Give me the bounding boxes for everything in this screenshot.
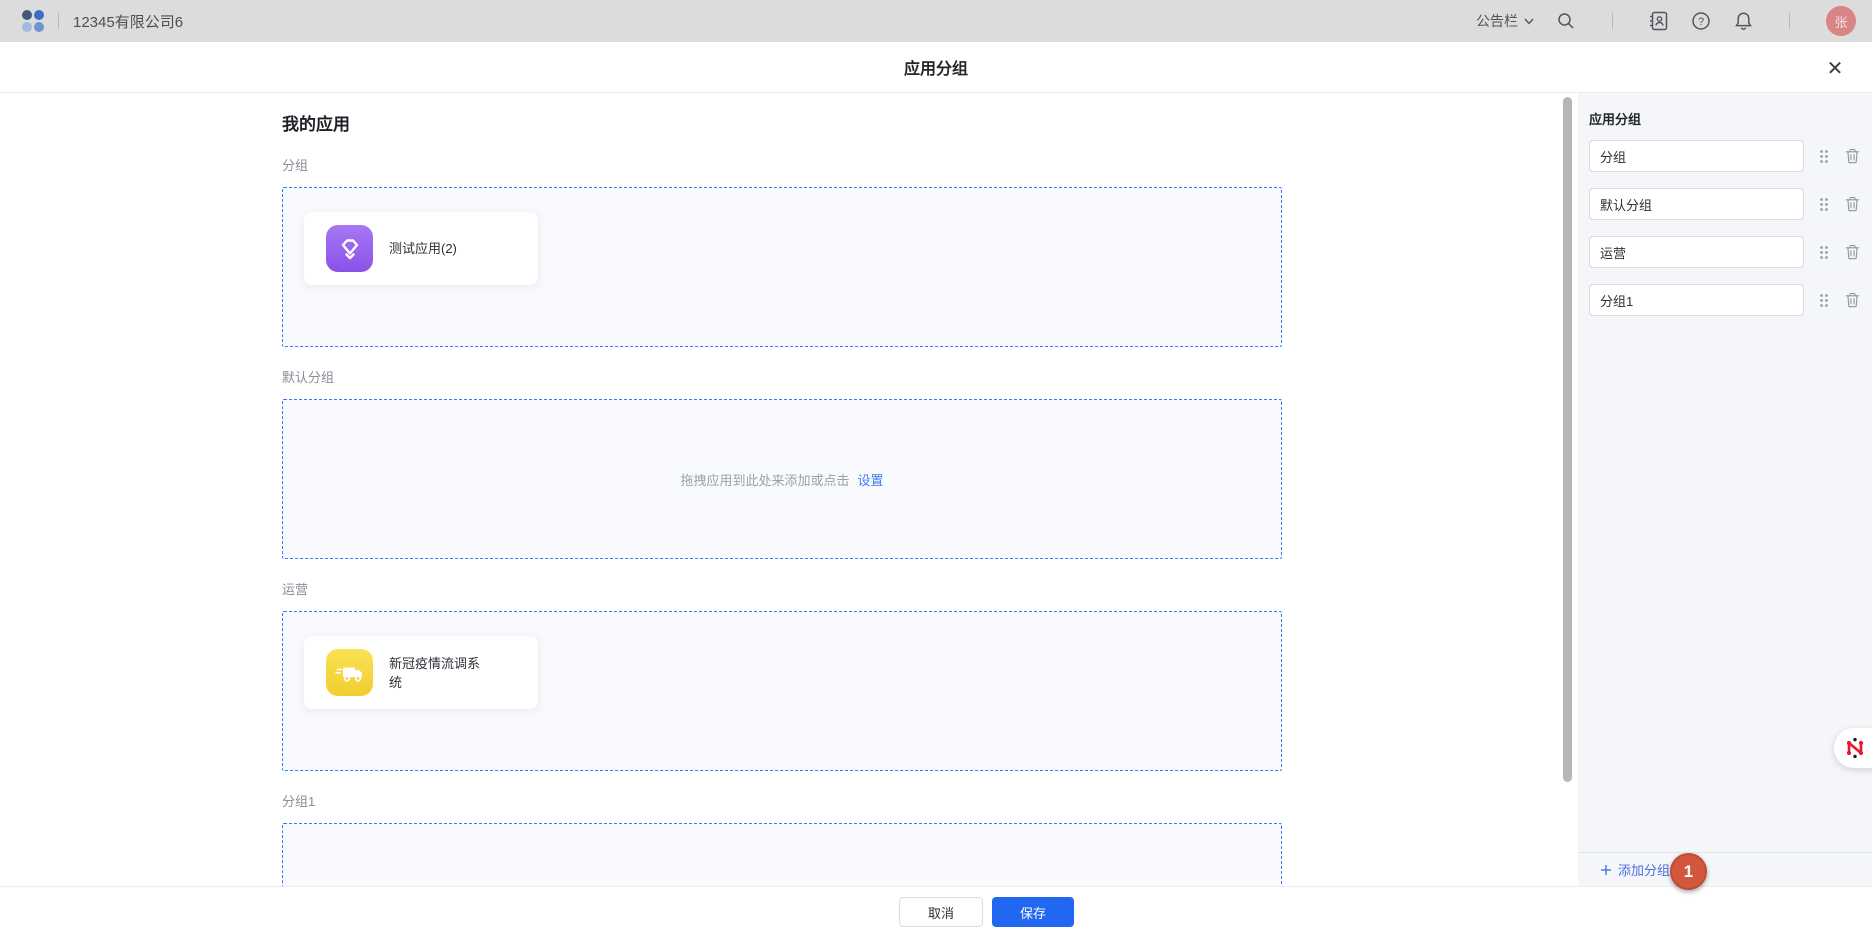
search-icon[interactable] [1556, 11, 1576, 31]
group-name-input[interactable] [1589, 236, 1804, 268]
contacts-icon[interactable] [1649, 11, 1669, 31]
topbar-divider [58, 13, 59, 29]
drag-handle-icon[interactable] [1817, 148, 1831, 164]
gem-app-icon [326, 225, 373, 272]
drop-zone-group-3[interactable]: 拖拽应用到此处来添加或点击 设置 [282, 823, 1282, 886]
drop-hint: 拖拽应用到此处来添加或点击 设置 [283, 400, 1281, 558]
group-section-label: 运营 [282, 579, 1282, 598]
app-card-label: 测试应用(2) [389, 239, 491, 258]
announcement-dropdown[interactable]: 公告栏 [1476, 11, 1534, 31]
cancel-button[interactable]: 取消 [899, 897, 983, 927]
app-card[interactable]: 测试应用(2) [304, 212, 538, 285]
add-group-button[interactable]: 添加分组 [1600, 860, 1670, 879]
settings-link[interactable]: 设置 [858, 470, 884, 489]
group-row [1589, 284, 1872, 316]
app-card[interactable]: 新冠疫情流调系统 [304, 636, 538, 709]
drag-handle-icon[interactable] [1817, 196, 1831, 212]
delete-group-icon[interactable] [1843, 243, 1861, 261]
announcement-label: 公告栏 [1476, 11, 1518, 31]
drop-zone-group-2[interactable]: 新冠疫情流调系统 [282, 611, 1282, 771]
my-apps-panel: 我的应用 分组 测试应用(2) 默认分组 拖拽应用到此处来添加或点击 设置 [0, 93, 1563, 886]
group-row [1589, 188, 1872, 220]
drop-hint: 拖拽应用到此处来添加或点击 设置 [283, 824, 1281, 886]
save-button[interactable]: 保存 [992, 897, 1074, 927]
svg-text:?: ? [1698, 16, 1704, 28]
edge-assistant-widget[interactable] [1834, 728, 1872, 768]
add-group-label: 添加分组 [1618, 860, 1670, 879]
sidebar-title: 应用分组 [1589, 109, 1872, 128]
group-section-label: 分组 [282, 155, 1282, 174]
company-name: 12345有限公司6 [73, 11, 183, 32]
scrollbar-track [1560, 93, 1574, 886]
drop-zone-group-1[interactable]: 拖拽应用到此处来添加或点击 设置 [282, 399, 1282, 559]
user-avatar[interactable]: 张 [1826, 6, 1856, 36]
group-name-input[interactable] [1589, 188, 1804, 220]
group-name-input[interactable] [1589, 284, 1804, 316]
close-icon[interactable]: ✕ [1824, 57, 1846, 79]
modal-title: 应用分组 [904, 55, 968, 79]
top-app-bar: 12345有限公司6 公告栏 [0, 0, 1872, 42]
app-logo-icon[interactable] [22, 10, 44, 32]
truck-app-icon [326, 649, 373, 696]
group-name-input[interactable] [1589, 140, 1804, 172]
topbar-divider [1612, 13, 1613, 29]
group-section-label: 分组1 [282, 791, 1282, 810]
group-row [1589, 236, 1872, 268]
notification-bell-icon[interactable] [1733, 11, 1753, 31]
plus-icon [1600, 864, 1612, 876]
drag-handle-icon[interactable] [1817, 244, 1831, 260]
drop-hint-text: 拖拽应用到此处来添加或点击 [680, 470, 849, 489]
modal-header: 应用分组 ✕ [0, 42, 1872, 93]
page-title: 我的应用 [282, 110, 1282, 135]
annotation-badge-1[interactable]: 1 [1670, 853, 1707, 890]
drop-zone-group-0[interactable]: 测试应用(2) [282, 187, 1282, 347]
help-icon[interactable]: ? [1691, 11, 1711, 31]
group-row [1589, 140, 1872, 172]
sidebar-footer: 添加分组 [1578, 852, 1872, 886]
topbar-divider [1789, 13, 1790, 29]
app-card-label: 新冠疫情流调系统 [389, 654, 491, 692]
group-section-label: 默认分组 [282, 367, 1282, 386]
delete-group-icon[interactable] [1843, 291, 1861, 309]
delete-group-icon[interactable] [1843, 195, 1861, 213]
scrollbar-thumb[interactable] [1563, 97, 1572, 782]
modal-footer: 取消 保存 [0, 886, 1872, 935]
group-manager-sidebar: 应用分组 [1578, 93, 1872, 886]
node-graph-icon [1844, 737, 1866, 759]
chevron-down-icon [1524, 18, 1534, 25]
drag-handle-icon[interactable] [1817, 292, 1831, 308]
delete-group-icon[interactable] [1843, 147, 1861, 165]
